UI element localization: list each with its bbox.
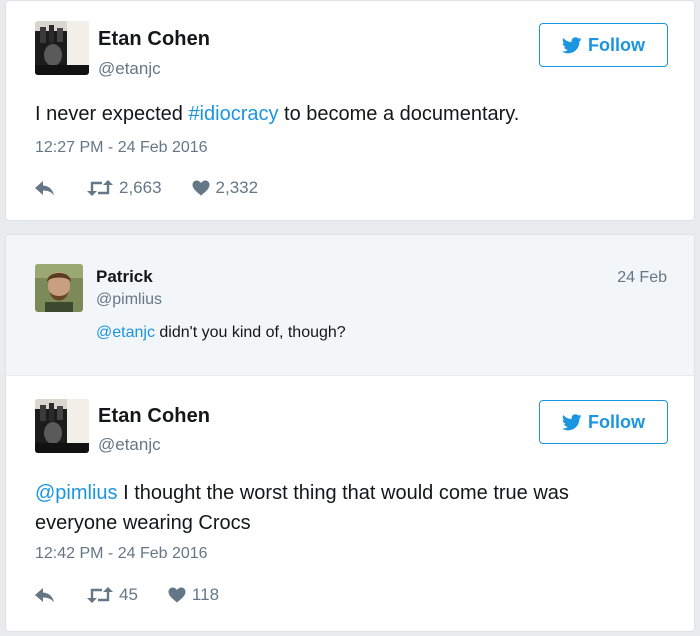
username[interactable]: @etanjc — [98, 435, 161, 455]
avatar[interactable] — [35, 264, 83, 312]
mention-link[interactable]: @pimlius — [35, 482, 118, 504]
heart-icon — [192, 180, 210, 196]
username[interactable]: @etanjc — [98, 59, 161, 79]
tweet-actions: 45 118 — [35, 584, 219, 606]
tweet-text-body: I thought the worst thing that would com… — [117, 482, 569, 504]
mention-link[interactable]: @etanjc — [96, 324, 155, 341]
avatar-image — [35, 21, 89, 75]
retweet-count: 45 — [119, 585, 138, 604]
display-name[interactable]: Etan Cohen — [98, 405, 210, 428]
hashtag-link[interactable]: #idiocracy — [188, 103, 278, 125]
like-action[interactable]: 2,332 — [192, 178, 259, 198]
retweet-action[interactable]: 2,663 — [87, 178, 162, 198]
avatar[interactable] — [35, 21, 89, 75]
conversation-card: Patrick @pimlius 24 Feb @etanjc didn't y… — [5, 234, 695, 632]
follow-button[interactable]: Follow — [539, 400, 668, 444]
reply-action[interactable] — [35, 180, 57, 196]
reply-arrow-icon — [35, 588, 54, 603]
display-name[interactable]: Etan Cohen — [98, 28, 210, 51]
follow-label: Follow — [588, 411, 645, 432]
retweet-action[interactable]: 45 — [87, 585, 138, 605]
username[interactable]: @pimlius — [96, 291, 162, 309]
tweet-actions: 2,663 2,332 — [35, 177, 258, 199]
tweet-text: I never expected #idiocracy to become a … — [35, 99, 519, 129]
tweet-text-line: @pimlius I thought the worst thing that … — [35, 478, 569, 508]
avatar-image — [35, 399, 89, 453]
twitter-bird-icon — [562, 413, 582, 430]
tweet-text-end: to become a documentary. — [278, 103, 520, 125]
reply-arrow-icon — [35, 181, 54, 196]
timestamp[interactable]: 12:42 PM - 24 Feb 2016 — [35, 545, 208, 563]
tweet-text: @pimlius I thought the worst thing that … — [35, 478, 569, 538]
heart-icon — [168, 587, 186, 603]
reply-date[interactable]: 24 Feb — [617, 269, 667, 287]
reply-action[interactable] — [35, 587, 57, 603]
twitter-bird-icon — [562, 36, 582, 53]
tweet-text-start: I never expected — [35, 103, 189, 125]
tweet-text-line: everyone wearing Crocs — [35, 512, 251, 534]
reply-text: @etanjc didn't you kind of, though? — [96, 324, 346, 342]
tweet-card: Etan Cohen @etanjc Follow I never expect… — [5, 0, 695, 221]
reply-text-body: didn't you kind of, though? — [154, 324, 346, 341]
retweet-count: 2,663 — [119, 178, 162, 197]
retweet-icon — [87, 587, 113, 603]
retweet-icon — [87, 180, 113, 196]
avatar-image — [35, 264, 83, 312]
avatar[interactable] — [35, 399, 89, 453]
like-action[interactable]: 118 — [168, 585, 219, 605]
follow-label: Follow — [588, 34, 645, 55]
follow-button[interactable]: Follow — [539, 23, 668, 67]
display-name[interactable]: Patrick — [96, 267, 153, 287]
timestamp[interactable]: 12:27 PM - 24 Feb 2016 — [35, 139, 208, 157]
like-count: 2,332 — [215, 178, 259, 197]
like-count: 118 — [191, 585, 220, 604]
